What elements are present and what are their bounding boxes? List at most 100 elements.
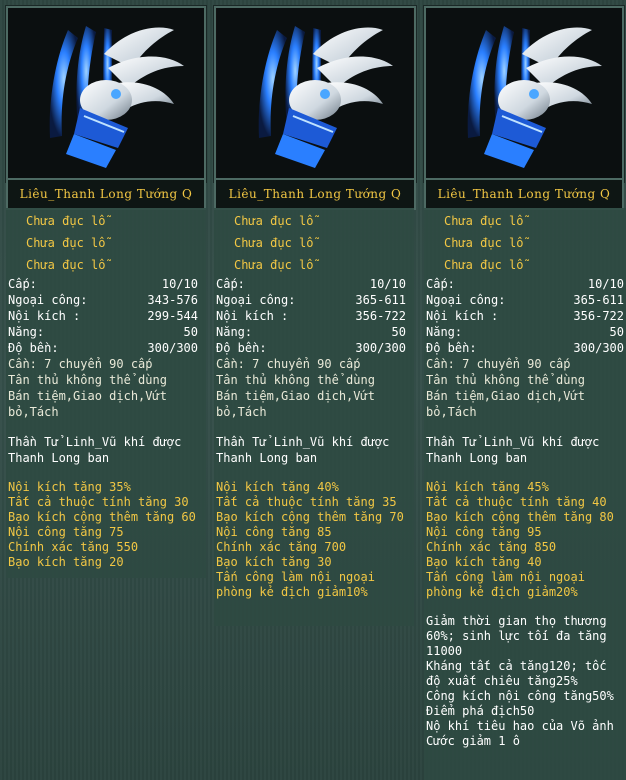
- dragon-claw-weapon-icon: [426, 8, 622, 180]
- bonus-attribute: Tất cả thuộc tính tăng 30: [8, 495, 189, 509]
- stat-label: Năng:: [216, 325, 253, 339]
- stat-label: Độ bền:: [8, 341, 59, 355]
- set-bonus-text: Cước giảm 1 ô: [426, 734, 520, 748]
- bonus-attribute: Bạo kích tăng 40: [426, 555, 542, 569]
- bonus-attribute: Bạo kích tăng 30: [216, 555, 332, 569]
- stat-durability: Độ bền: 300/300: [8, 340, 206, 356]
- stat-energy: Năng: 50: [426, 324, 626, 340]
- dragon-claw-weapon-icon: [8, 8, 204, 180]
- stat-energy: Năng: 50: [216, 324, 414, 340]
- stat-value: 300/300: [147, 341, 198, 355]
- stat-inner-attack: Nội kích : 356-722: [426, 308, 626, 324]
- item-image-frame: [424, 6, 624, 182]
- item-title: Liêu_Thanh Long Tướng Q: [214, 178, 416, 210]
- stat-value: 50: [183, 325, 198, 339]
- stat-value: 356-722: [573, 309, 624, 323]
- stat-durability: Độ bền: 300/300: [426, 340, 626, 356]
- restriction-text: Tân thủ không thể dùng: [216, 373, 375, 387]
- stat-value: 50: [609, 325, 624, 339]
- item-image-frame: [214, 6, 416, 182]
- description-text: Thần Tử Linh_Vũ khí được: [8, 435, 182, 449]
- stat-value: 50: [391, 325, 406, 339]
- restriction-text: bỏ,Tách: [216, 405, 267, 419]
- restriction-text: Bán tiệm,Giao dịch,Vứt: [216, 389, 375, 403]
- set-bonus-text: độ xuất chiêu tăng25%: [426, 674, 578, 688]
- set-bonus-text: Điểm phá địch50: [426, 704, 535, 718]
- stat-value: 10/10: [369, 277, 406, 291]
- bonus-attribute: Bạo kích tăng 20: [8, 555, 124, 569]
- stat-label: Ngoại công:: [8, 293, 88, 307]
- stat-durability: Độ bền: 300/300: [216, 340, 414, 356]
- socket-slot: Chưa đục lỗ: [26, 236, 106, 250]
- description-text: Thanh Long ban: [426, 451, 528, 465]
- restriction-text: bỏ,Tách: [8, 405, 59, 419]
- stat-label: Năng:: [8, 325, 45, 339]
- socket-slot: Chưa đục lỗ: [234, 258, 314, 272]
- item-stats-panel: Chưa đục lỗ Chưa đục lỗ Chưa đục lỗ Cấp:…: [6, 208, 206, 578]
- set-bonus-text: Nộ khí tiêu hao của Võ ảnh: [426, 719, 614, 733]
- item-title: Liêu_Thanh Long Tướng Q: [424, 178, 624, 210]
- set-bonus-text: Giảm thời gian thọ thương: [426, 614, 607, 628]
- bonus-attribute: Chính xác tăng 550: [8, 540, 139, 554]
- stat-level: Cấp: 10/10: [426, 276, 626, 292]
- stat-label: Năng:: [426, 325, 463, 339]
- set-bonus-text: 11000: [426, 644, 463, 658]
- bonus-attribute: Tấn công làm nội ngoại: [426, 570, 585, 584]
- stat-label: Cấp:: [216, 277, 245, 291]
- item-image-frame: [6, 6, 206, 182]
- bonus-attribute: Chính xác tăng 850: [426, 540, 557, 554]
- item-stats-panel: Chưa đục lỗ Chưa đục lỗ Chưa đục lỗ Cấp:…: [424, 208, 626, 780]
- restriction-text: Bán tiệm,Giao dịch,Vứt: [8, 389, 167, 403]
- stat-label: Nội kích :: [426, 309, 499, 323]
- stat-value: 300/300: [355, 341, 406, 355]
- stat-energy: Năng: 50: [8, 324, 206, 340]
- socket-slot: Chưa đục lỗ: [26, 258, 106, 272]
- stat-outer-attack: Ngoại công: 365-611: [426, 292, 626, 308]
- restriction-text: bỏ,Tách: [426, 405, 477, 419]
- bonus-attribute: Nội kích tăng 45%: [426, 480, 549, 494]
- bonus-attribute: Bạo kích cộng thêm tăng 60: [8, 510, 196, 524]
- stat-inner-attack: Nội kích : 299-544: [8, 308, 206, 324]
- stat-value: 300/300: [573, 341, 624, 355]
- set-bonus-text: Công kích nội công tăng50%: [426, 689, 614, 703]
- bonus-attribute: Nội công tăng 85: [216, 525, 332, 539]
- item-title: Liêu_Thanh Long Tướng Q: [6, 178, 206, 210]
- bonus-attribute: Chính xác tăng 700: [216, 540, 347, 554]
- socket-slot: Chưa đục lỗ: [234, 214, 314, 228]
- restriction-text: Bán tiệm,Giao dịch,Vứt: [426, 389, 585, 403]
- stat-label: Độ bền:: [426, 341, 477, 355]
- stat-inner-attack: Nội kích : 356-722: [216, 308, 414, 324]
- set-bonus-text: 60%; sinh lực tối đa tăng: [426, 629, 607, 643]
- stat-value: 343-576: [147, 293, 198, 307]
- requirement-text: Cần: 7 chuyển 90 cấp: [426, 357, 571, 371]
- bonus-attribute: Nội công tăng 95: [426, 525, 542, 539]
- stat-value: 365-611: [573, 293, 624, 307]
- item-stats-panel: Chưa đục lỗ Chưa đục lỗ Chưa đục lỗ Cấp:…: [214, 208, 414, 626]
- stat-label: Ngoại công:: [426, 293, 506, 307]
- bonus-attribute: phòng kẻ địch giảm10%: [216, 585, 368, 599]
- stat-value: 10/10: [161, 277, 198, 291]
- bonus-attribute: Tấn công làm nội ngoại: [216, 570, 375, 584]
- description-text: Thanh Long ban: [8, 451, 110, 465]
- socket-slot: Chưa đục lỗ: [26, 214, 106, 228]
- bonus-attribute: Bạo kích cộng thêm tăng 80: [426, 510, 614, 524]
- socket-list: Chưa đục lỗ Chưa đục lỗ Chưa đục lỗ: [424, 208, 626, 276]
- bonus-attribute: Nội kích tăng 35%: [8, 480, 131, 494]
- description-text: Thần Tử Linh_Vũ khí được: [216, 435, 390, 449]
- socket-list: Chưa đục lỗ Chưa đục lỗ Chưa đục lỗ: [6, 208, 206, 276]
- requirement-text: Cần: 7 chuyển 90 cấp: [216, 357, 361, 371]
- stat-label: Ngoại công:: [216, 293, 296, 307]
- socket-slot: Chưa đục lỗ: [444, 236, 524, 250]
- stat-label: Nội kích :: [8, 309, 81, 323]
- set-bonus-text: Kháng tất cả tăng120; tốc: [426, 659, 607, 673]
- stat-label: Độ bền:: [216, 341, 267, 355]
- bonus-attribute: Bạo kích cộng thêm tăng 70: [216, 510, 404, 524]
- bonus-attribute: Nội công tăng 75: [8, 525, 124, 539]
- stat-level: Cấp: 10/10: [8, 276, 206, 292]
- stat-value: 10/10: [587, 277, 624, 291]
- stat-outer-attack: Ngoại công: 343-576: [8, 292, 206, 308]
- stat-value: 299-544: [147, 309, 198, 323]
- restriction-text: Tân thủ không thể dùng: [426, 373, 585, 387]
- socket-slot: Chưa đục lỗ: [444, 214, 524, 228]
- restriction-text: Tân thủ không thể dùng: [8, 373, 167, 387]
